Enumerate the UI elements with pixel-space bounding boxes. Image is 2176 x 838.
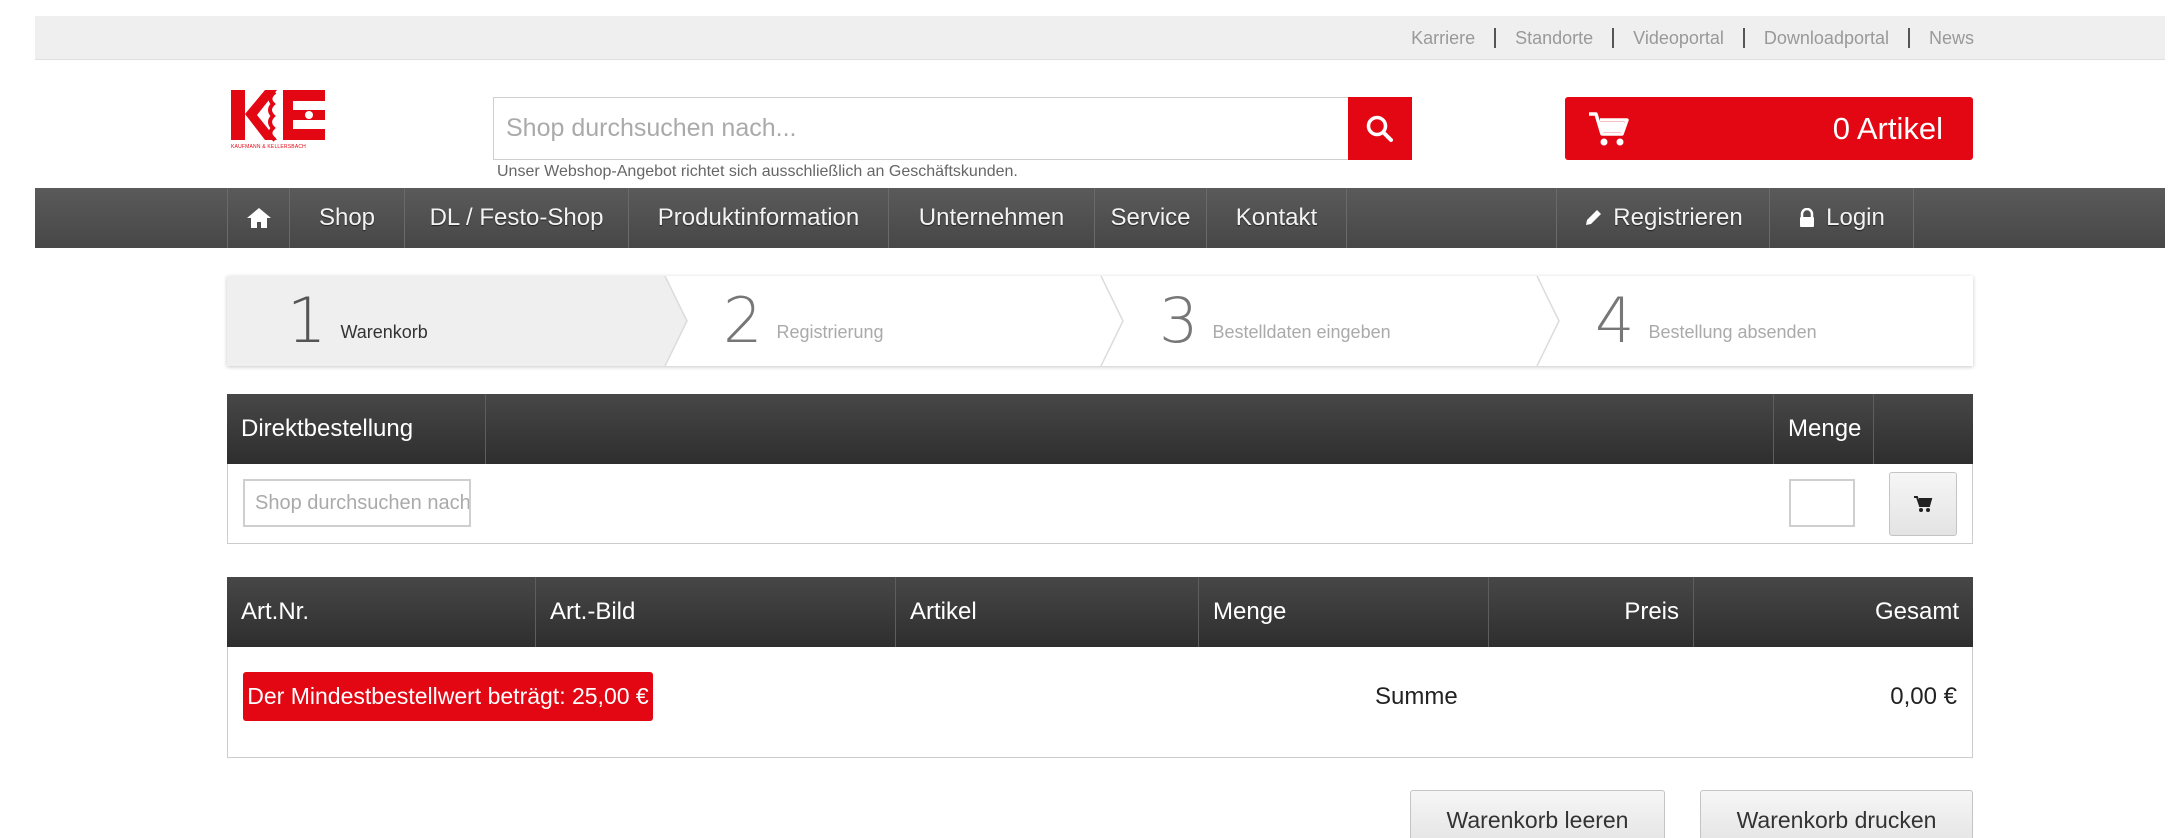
col-artnr: Art.Nr. <box>227 577 536 647</box>
nav-shop[interactable]: Shop <box>290 188 405 248</box>
link-news[interactable]: News <box>1907 28 1974 48</box>
direct-order-title: Direktbestellung <box>227 394 486 464</box>
logo-caption: KAUFMANN & KELLERSBACH <box>231 144 306 150</box>
nav-login[interactable]: Login <box>1770 188 1914 248</box>
company-logo[interactable]: KAUFMANN & KELLERSBACH <box>231 88 327 158</box>
step-warenkorb: 1 Warenkorb <box>287 276 428 366</box>
min-order-alert: Der Mindestbestellwert beträgt: 25,00 € <box>243 672 653 721</box>
print-cart-button[interactable]: Warenkorb drucken <box>1700 790 1973 838</box>
search-hint: Unser Webshop-Angebot richtet sich aussc… <box>497 163 1018 180</box>
nav-unternehmen[interactable]: Unternehmen <box>889 188 1095 248</box>
nav-kontakt[interactable]: Kontakt <box>1207 188 1347 248</box>
direct-order-body: Shop durchsuchen nach... <box>227 464 1973 544</box>
nav-home[interactable] <box>228 188 290 248</box>
cart-button[interactable]: 0 Artikel <box>1565 97 1973 160</box>
home-icon <box>246 208 271 228</box>
sum-value: 0,00 € <box>1890 683 1957 710</box>
link-standorte[interactable]: Standorte <box>1494 28 1612 48</box>
step-label: Bestellung absenden <box>1648 321 1817 342</box>
col-gesamt: Gesamt <box>1874 598 1959 625</box>
nav-festo-shop[interactable]: DL / Festo-Shop <box>405 188 629 248</box>
link-videoportal[interactable]: Videoportal <box>1612 28 1743 48</box>
clear-cart-button[interactable]: Warenkorb leeren <box>1410 790 1665 838</box>
direct-order-header: Direktbestellung Menge <box>227 394 1973 464</box>
search-button[interactable] <box>1348 97 1412 160</box>
step-number: 3 <box>1159 284 1199 357</box>
step-bestellung-absenden: 4 Bestellung absenden <box>1595 276 1817 366</box>
direct-order-spacer <box>486 394 1774 464</box>
direct-order-qty-header: Menge <box>1774 394 1874 464</box>
direct-order-search-input[interactable]: Shop durchsuchen nach... <box>243 479 471 527</box>
direct-order-qty-input[interactable] <box>1789 479 1855 527</box>
step-label: Warenkorb <box>340 321 428 342</box>
step-label: Registrierung <box>776 321 884 342</box>
direct-order-add-button[interactable] <box>1889 472 1957 536</box>
sum-label: Summe <box>1375 683 1458 710</box>
step-registrierung: 2 Registrierung <box>723 276 884 366</box>
pencil-icon <box>1586 210 1602 225</box>
cart-icon <box>1914 496 1933 512</box>
cart-table-header: Art.Nr. Art.-Bild Artikel Menge Preis Ge… <box>227 577 1973 647</box>
step-number: 2 <box>723 284 763 357</box>
link-karriere[interactable]: Karriere <box>1392 28 1494 48</box>
step-number: 4 <box>1595 284 1635 357</box>
col-menge: Menge <box>1199 577 1489 647</box>
utility-bar: Karriere Standorte Videoportal Downloadp… <box>35 16 2165 60</box>
step-label: Bestelldaten eingeben <box>1212 321 1391 342</box>
nav-service[interactable]: Service <box>1095 188 1207 248</box>
step-bestelldaten: 3 Bestelldaten eingeben <box>1159 276 1391 366</box>
login-label: Login <box>1826 204 1885 231</box>
cart-icon <box>1589 111 1629 145</box>
nav-produktinformation[interactable]: Produktinformation <box>629 188 889 248</box>
col-artikel: Artikel <box>896 577 1199 647</box>
main-nav: Shop DL / Festo-Shop Produktinformation … <box>35 188 2165 248</box>
search-input[interactable]: Shop durchsuchen nach... <box>493 97 1348 160</box>
checkout-steps: 1 Warenkorb 2 Registrierung 3 Bestelldat… <box>227 276 1973 366</box>
cart-count: 0 Artikel <box>1832 110 1943 146</box>
register-label: Registrieren <box>1613 204 1743 231</box>
link-downloadportal[interactable]: Downloadportal <box>1742 28 1908 48</box>
col-preis: Preis <box>1489 577 1694 647</box>
nav-register[interactable]: Registrieren <box>1556 188 1770 248</box>
col-artbild: Art.-Bild <box>536 577 896 647</box>
lock-icon <box>1800 208 1815 227</box>
search-icon <box>1366 115 1393 142</box>
step-number: 1 <box>287 284 327 357</box>
utility-links: Karriere Standorte Videoportal Downloadp… <box>1392 16 1974 60</box>
